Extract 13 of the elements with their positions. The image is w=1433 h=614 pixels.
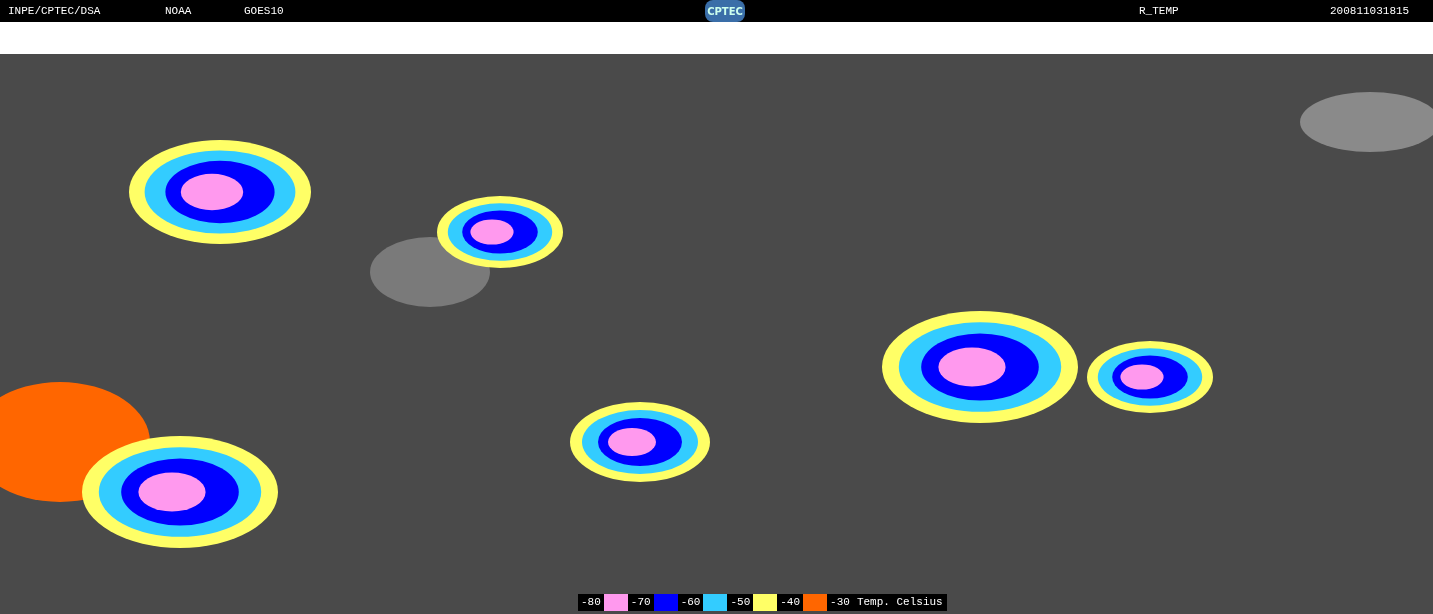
logo: CPTEC — [705, 0, 745, 22]
legend-value: -50 — [727, 594, 754, 611]
header-label: GOES10 — [244, 5, 285, 17]
header-label: INPE/CPTEC/DSA — [8, 5, 102, 17]
timestamp: 200811031815 — [1330, 5, 1410, 17]
legend-value: -40 — [777, 594, 804, 611]
legend-value: -70 — [627, 594, 654, 611]
legend-value: -30 — [827, 594, 853, 611]
product-label: R_TEMP — [1139, 5, 1180, 17]
legend-value: -80 — [578, 594, 604, 611]
header-label: NOAA — [165, 5, 193, 17]
legend-title: Temp. Celsius — [852, 594, 947, 611]
legend-value: -60 — [677, 594, 704, 611]
